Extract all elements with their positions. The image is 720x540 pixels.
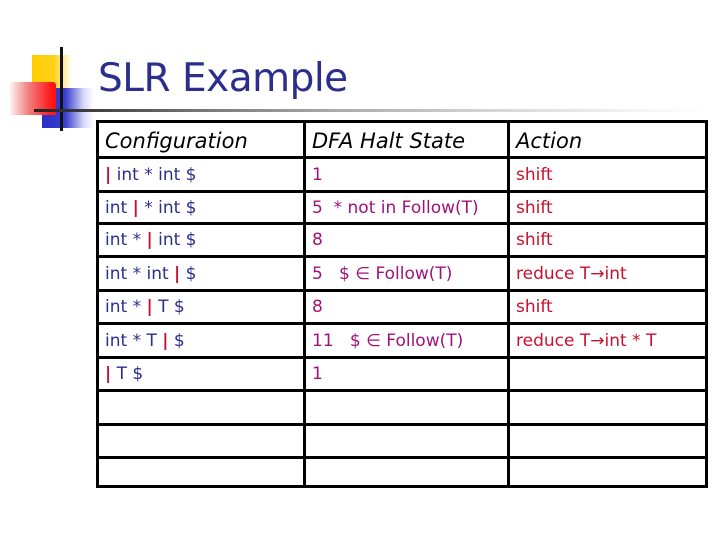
table-row: int * | int $8 shift: [99, 222, 705, 255]
parse-table: Configuration DFA Halt State Action | in…: [96, 120, 708, 488]
config-prefix: int * T: [105, 330, 163, 351]
action-cell: shift: [507, 292, 705, 322]
config-prefix: int *: [105, 230, 147, 250]
action-cell: [507, 459, 705, 485]
config-suffix: int * int $: [111, 164, 197, 185]
header-configuration: Configuration: [105, 129, 248, 153]
dfa-state-cell: [303, 426, 507, 456]
header-dfa-halt-state: DFA Halt State: [303, 123, 507, 159]
table-row: int | * int $5 * not in Follow(T) shift: [99, 190, 705, 222]
table-row: int * | T $8 shift: [99, 289, 705, 322]
action-cell: shift: [507, 159, 705, 190]
dfa-state-cell: 1: [303, 359, 507, 389]
table-header-row: Configuration DFA Halt State Action: [99, 123, 705, 159]
action-cell: [507, 359, 705, 389]
table-row: int * T | $11 $ ∈ Follow(T) reduce T→int …: [99, 322, 705, 356]
dfa-state-cell: [303, 392, 507, 423]
configuration-cell: int * | int $: [99, 225, 303, 255]
action-cell: reduce T→int * T: [507, 325, 705, 356]
action-cell: reduce T→int: [507, 258, 705, 289]
table-row-empty: [99, 423, 705, 456]
table-row: | int * int $1 shift: [99, 156, 705, 190]
config-prefix: int *: [105, 297, 147, 317]
config-suffix: * int $: [138, 197, 197, 218]
title-underline: [34, 109, 704, 112]
config-prefix: int * int: [105, 263, 175, 284]
config-suffix: int $: [152, 230, 197, 250]
slide-title: SLR Example: [98, 56, 348, 101]
config-suffix: $: [180, 263, 197, 284]
config-suffix: T $: [152, 297, 185, 317]
config-suffix: T $: [111, 364, 144, 384]
config-suffix: $: [168, 330, 185, 351]
configuration-cell: int * T | $: [99, 325, 303, 356]
configuration-cell: [99, 392, 303, 423]
dfa-state-cell: 8: [303, 292, 507, 322]
table-row-empty: [99, 456, 705, 485]
table-row: | T $1: [99, 356, 705, 389]
configuration-cell: | T $: [99, 359, 303, 389]
dfa-state-cell: 5 $ ∈ Follow(T): [303, 258, 507, 289]
dfa-state-cell: 5 * not in Follow(T): [303, 193, 507, 222]
configuration-cell: int * | T $: [99, 292, 303, 322]
dfa-state-cell: [303, 459, 507, 485]
action-cell: shift: [507, 193, 705, 222]
action-cell: [507, 392, 705, 423]
table-row: int * int | $5 $ ∈ Follow(T) reduce T→int: [99, 255, 705, 289]
action-cell: shift: [507, 225, 705, 255]
logo-vertical-line: [60, 47, 63, 131]
configuration-cell: | int * int $: [99, 159, 303, 190]
configuration-cell: [99, 426, 303, 456]
configuration-cell: [99, 459, 303, 485]
table-row-empty: [99, 389, 705, 423]
configuration-cell: int | * int $: [99, 193, 303, 222]
dfa-state-cell: 8: [303, 225, 507, 255]
dfa-state-cell: 1: [303, 159, 507, 190]
configuration-cell: int * int | $: [99, 258, 303, 289]
action-cell: [507, 426, 705, 456]
dfa-state-cell: 11 $ ∈ Follow(T): [303, 325, 507, 356]
config-prefix: int: [105, 197, 133, 218]
header-action: Action: [507, 123, 705, 159]
